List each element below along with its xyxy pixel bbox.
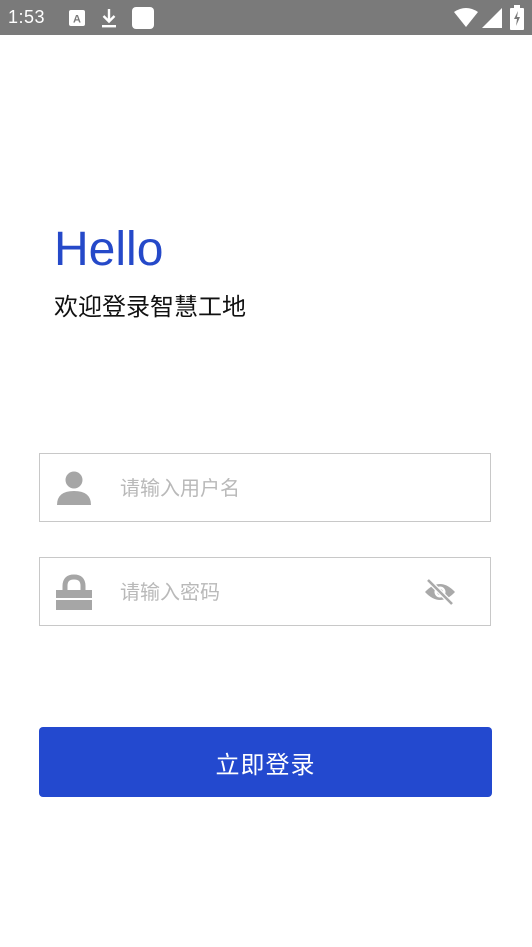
eye-off-icon[interactable]: [424, 577, 456, 607]
square-icon: [132, 7, 154, 29]
welcome-subtitle: 欢迎登录智慧工地: [54, 293, 246, 321]
password-field[interactable]: [39, 557, 491, 626]
signal-icon: [482, 8, 502, 28]
download-icon: [102, 9, 116, 28]
battery-icon: [510, 5, 524, 30]
svg-text:A: A: [73, 14, 81, 26]
username-field[interactable]: [39, 453, 491, 522]
lock-icon: [56, 574, 92, 610]
a-box-icon: A: [69, 10, 85, 26]
username-input[interactable]: [120, 454, 420, 521]
greeting-title: Hello: [54, 223, 164, 276]
user-icon: [57, 471, 91, 505]
status-time: 1:53: [8, 7, 46, 27]
wifi-icon: [454, 8, 478, 27]
status-bar: 1:53 A: [0, 0, 532, 35]
password-input[interactable]: [120, 558, 420, 625]
login-button[interactable]: 立即登录: [39, 727, 492, 797]
